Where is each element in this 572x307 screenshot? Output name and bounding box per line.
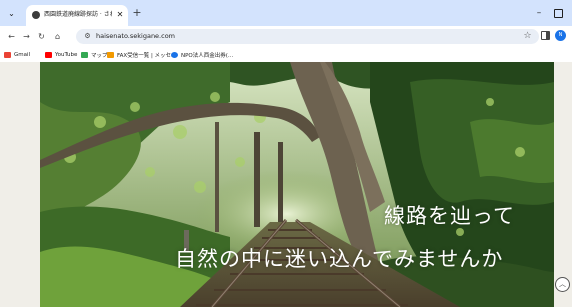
youtube-icon bbox=[45, 51, 52, 58]
site-info-icon[interactable]: ⚙ bbox=[82, 31, 93, 42]
page-content: 線路を辿って 自然の中に迷い込んでみませんか ︿ bbox=[0, 62, 572, 307]
bookmark-npo[interactable]: NPO法人西金出券(… bbox=[171, 49, 233, 60]
scroll-to-top-icon[interactable]: ︿ bbox=[555, 277, 570, 292]
browser-tab[interactable]: 西園鉄道廃線跡探訪 · さわやかに ✕ bbox=[26, 5, 128, 26]
tab-title: 西園鉄道廃線跡探訪 · さわやかに bbox=[44, 11, 112, 18]
url-text[interactable]: haisenato.sekigane.com bbox=[96, 30, 175, 43]
hero-image: 線路を辿って 自然の中に迷い込んでみませんか bbox=[40, 62, 554, 307]
reload-icon[interactable]: ↻ bbox=[36, 31, 47, 42]
bookmark-label: マップ bbox=[91, 52, 108, 59]
side-panel-icon[interactable] bbox=[541, 31, 550, 40]
back-arrow-icon[interactable]: ← bbox=[6, 31, 17, 42]
npo-icon bbox=[171, 51, 178, 58]
bookmark-maps[interactable]: マップ bbox=[81, 49, 108, 60]
address-bar[interactable]: ⚙ haisenato.sekigane.com ☆ bbox=[76, 29, 539, 44]
home-icon[interactable]: ⌂ bbox=[52, 31, 63, 42]
new-tab-icon[interactable]: + bbox=[131, 7, 143, 19]
close-icon[interactable]: ✕ bbox=[115, 9, 125, 21]
bookmark-gmail[interactable]: Gmail bbox=[4, 49, 30, 60]
fax-icon bbox=[107, 51, 114, 58]
site-favicon-icon bbox=[32, 11, 40, 19]
bookmark-label: NPO法人西金出券(… bbox=[181, 52, 234, 59]
bookmark-label: FAX受信一覧 | メッセ… bbox=[117, 52, 177, 59]
minimize-icon[interactable]: – bbox=[532, 6, 546, 20]
tab-search-icon[interactable]: ⌄ bbox=[5, 7, 18, 20]
gmail-icon bbox=[4, 51, 11, 58]
tab-strip: ⌄ 西園鉄道廃線跡探訪 · さわやかに ✕ + – bbox=[0, 0, 572, 26]
maps-icon bbox=[81, 51, 88, 58]
maximize-icon[interactable] bbox=[551, 6, 565, 20]
bookmark-youtube[interactable]: YouTube bbox=[45, 49, 77, 60]
bookmarks-bar: Gmail YouTube マップ FAX受信一覧 | メッセ… NPO法人西金… bbox=[0, 47, 572, 62]
bookmark-label: YouTube bbox=[55, 51, 78, 58]
hero-tagline-line1: 線路を辿って bbox=[384, 204, 515, 228]
star-icon[interactable]: ☆ bbox=[521, 30, 534, 43]
avatar[interactable]: N bbox=[555, 30, 566, 41]
bookmark-label: Gmail bbox=[14, 51, 31, 58]
forward-arrow-icon[interactable]: → bbox=[21, 31, 32, 42]
bookmark-fax[interactable]: FAX受信一覧 | メッセ… bbox=[107, 49, 177, 60]
browser-toolbar: ← → ↻ ⌂ ⚙ haisenato.sekigane.com ☆ N bbox=[0, 26, 572, 47]
hero-tagline-line2: 自然の中に迷い込んでみませんか bbox=[175, 247, 504, 271]
